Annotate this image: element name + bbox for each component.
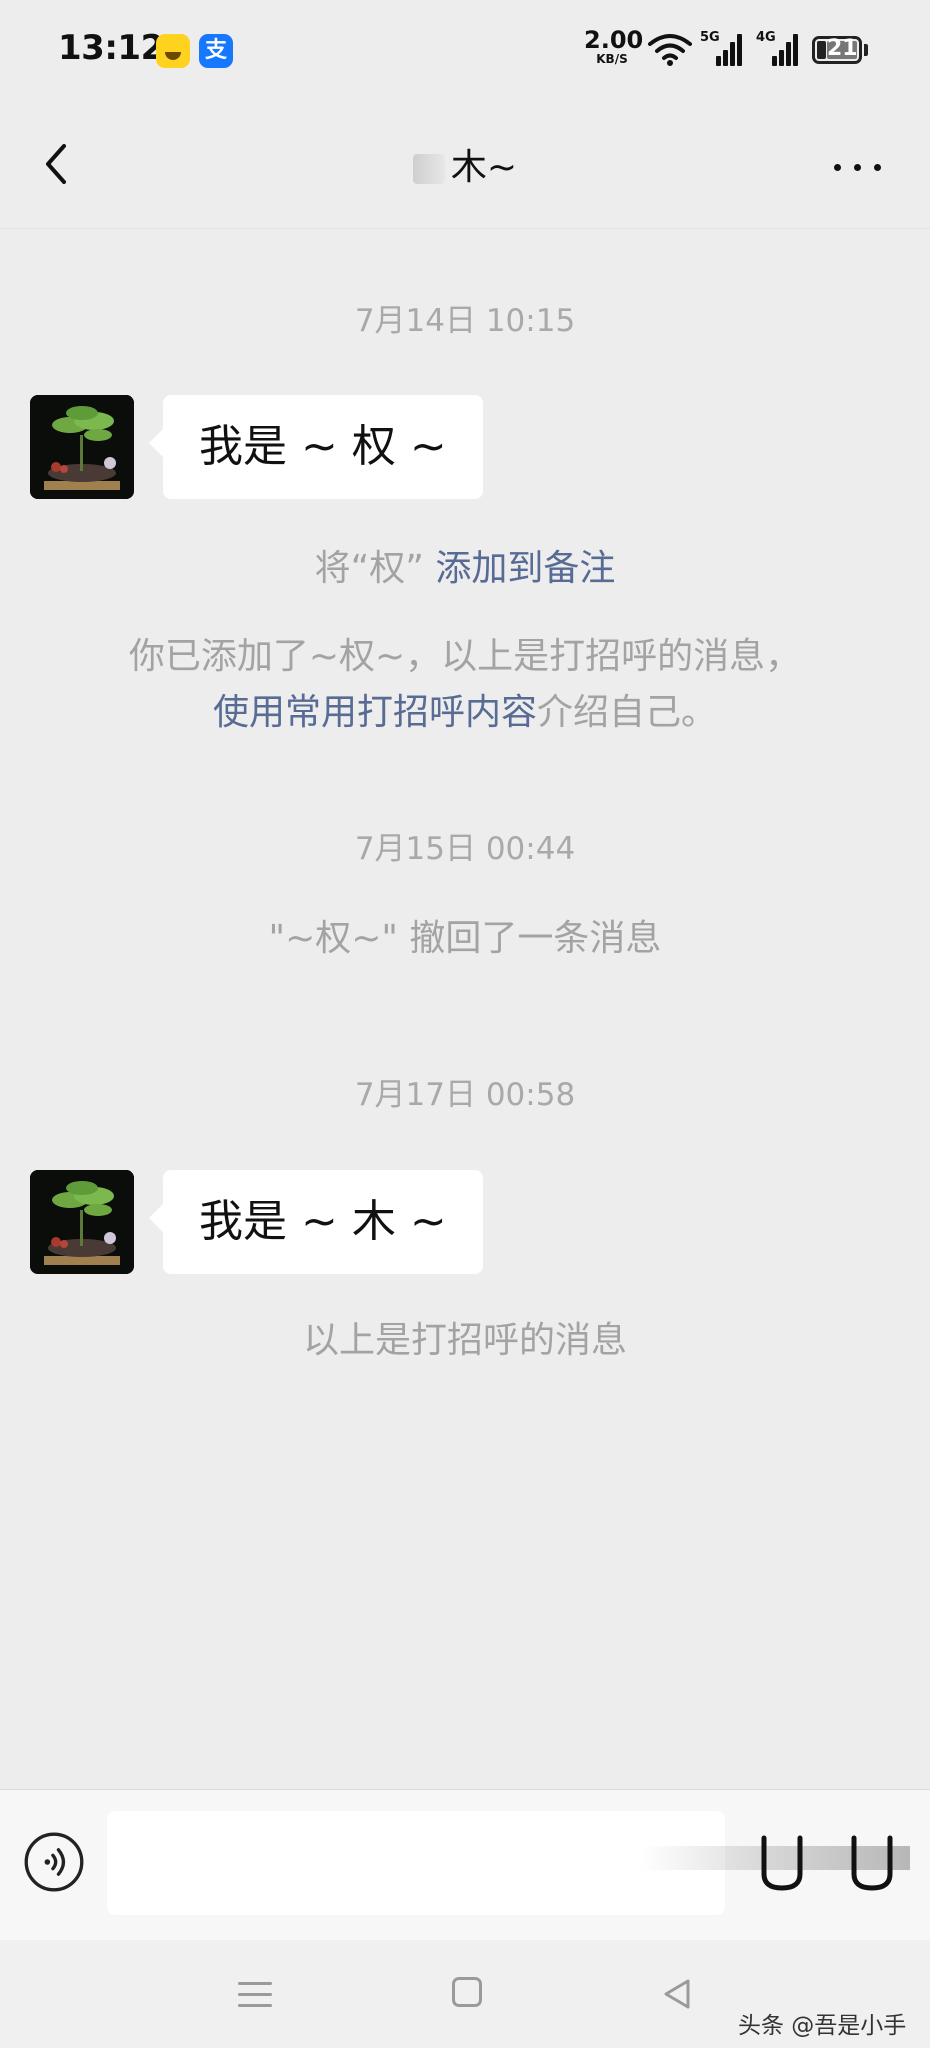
greeting-notice: 以上是打招呼的消息 [302,1320,627,1361]
add-remark-link[interactable]: 添加到备注 [435,548,615,589]
battery-icon: 21 [812,36,862,64]
contact-avatar[interactable] [30,395,134,499]
alipay-icon: 支 [199,34,233,68]
title-redaction [412,154,445,184]
greeting-templates-link[interactable]: 使用常用打招呼内容 [213,692,537,733]
notification-app-icon [156,34,190,68]
network-speed-unit: KB/S [596,52,628,66]
battery-tip [864,44,868,56]
remark-notice: 将“权” 添加到备注 [0,541,930,597]
signal-5g-label: 5G [700,30,720,45]
chat-screen: 13:12 支 2.00 KB/S 5G 4G 21 木~ 7月14日 10:1… [0,0,930,2048]
signal-4g-icon: 4G [756,30,800,66]
input-bar [0,1789,930,1940]
status-bar: 13:12 支 2.00 KB/S 5G 4G 21 [0,0,930,100]
voice-icon[interactable] [24,1832,84,1892]
timestamp: 7月14日 10:15 [354,303,576,339]
added-contact-notice-suffix: 介绍自己。 [537,692,718,733]
wifi-icon [648,34,692,66]
chat-header: 木~ [0,100,930,229]
recall-notice: "~权~" 撤回了一条消息 [268,918,662,959]
status-time: 13:12 [58,28,164,68]
remark-notice-prefix: 将“权” [314,548,424,589]
message-list[interactable]: 7月14日 10:15 我是 ~ 权 ~ 将“权” 添加到备注 你已添加了~权~… [0,229,930,1789]
emoji-icon[interactable] [758,1832,806,1894]
message-input[interactable] [107,1811,725,1915]
network-speed-value: 2.00 [584,26,644,54]
message-bubble[interactable]: 我是 ~ 权 ~ [149,395,483,499]
back-triangle-icon[interactable] [660,1976,696,2012]
home-icon[interactable] [452,1977,482,2007]
added-contact-notice: 你已添加了~权~，以上是打招呼的消息， 使用常用打招呼内容介绍自己。 [0,629,930,741]
signal-4g-label: 4G [756,30,776,45]
contact-avatar[interactable] [30,1170,134,1274]
network-speed: 2.00 KB/S [584,26,644,66]
more-options-button[interactable] [830,152,886,182]
battery-level: 21 [827,36,858,61]
chat-title-text: 木~ [450,147,518,188]
watermark: 头条 @吾是小手 [738,2013,907,2039]
signal-5g-icon: 5G [700,30,744,66]
added-contact-notice-line1: 你已添加了~权~，以上是打招呼的消息， [128,636,802,677]
menu-icon[interactable] [238,1980,272,2010]
timestamp: 7月15日 00:44 [354,831,576,867]
system-navigation-bar: 头条 @吾是小手 [0,1940,930,2048]
chat-title: 木~ [0,138,930,190]
plus-icon[interactable] [848,1832,896,1894]
message-bubble[interactable]: 我是 ~ 木 ~ [149,1170,483,1274]
timestamp: 7月17日 00:58 [354,1077,576,1113]
